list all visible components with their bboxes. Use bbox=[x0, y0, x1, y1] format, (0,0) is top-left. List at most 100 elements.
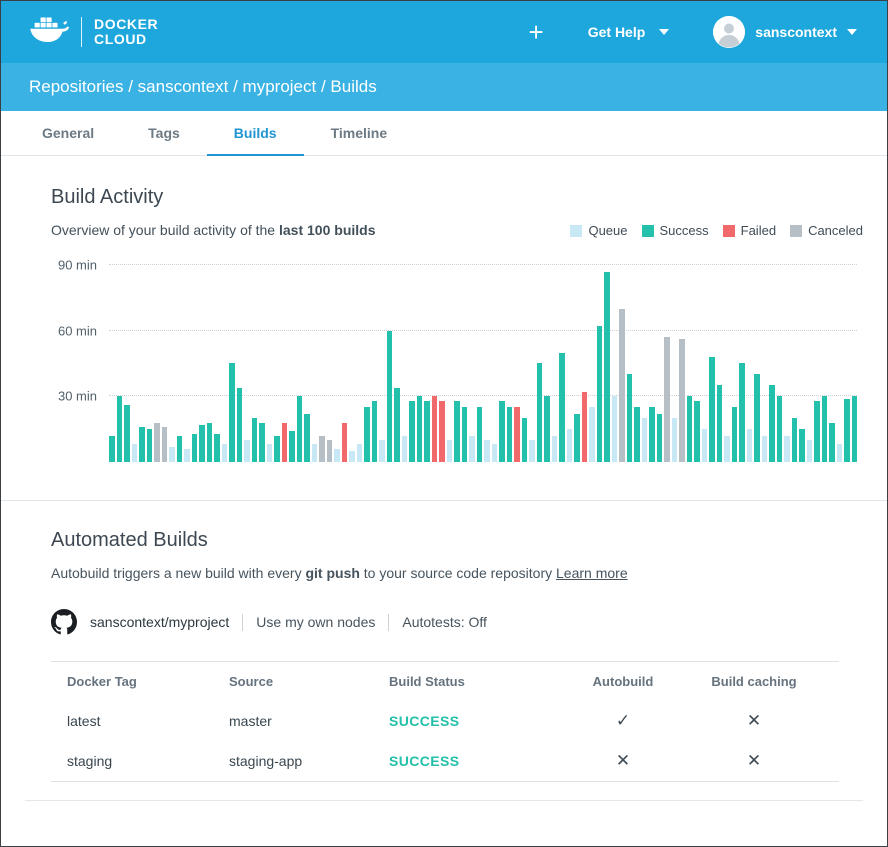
chart-bar-queue bbox=[312, 444, 318, 462]
chart-bar-canceled bbox=[154, 423, 160, 462]
chart-bar-queue bbox=[747, 429, 753, 462]
chart-bar-queue bbox=[184, 449, 190, 462]
chart-bar-queue bbox=[349, 451, 355, 462]
col-autobuild: Autobuild bbox=[567, 674, 679, 689]
chart-bar-success bbox=[304, 414, 310, 462]
chart-bar-canceled bbox=[679, 339, 685, 462]
chart-bar-success bbox=[252, 418, 258, 462]
build-activity-subtitle: Overview of your build activity of the l… bbox=[51, 222, 375, 238]
chart-bar-success bbox=[394, 388, 400, 462]
get-help-label: Get Help bbox=[588, 24, 646, 40]
logo-divider bbox=[81, 17, 82, 47]
chart-bar-success bbox=[844, 399, 850, 462]
builds-table: Docker Tag Source Build Status Autobuild… bbox=[51, 661, 839, 782]
chart-bar-success bbox=[709, 357, 715, 462]
tab-timeline[interactable]: Timeline bbox=[304, 111, 415, 156]
chart-bar-success bbox=[649, 407, 655, 462]
chart-bar-success bbox=[199, 425, 205, 462]
chart-bar-success bbox=[799, 429, 805, 462]
y-tick-60: 60 min bbox=[51, 324, 97, 339]
chart-bar-failed bbox=[432, 396, 438, 462]
chart-bar-queue bbox=[784, 436, 790, 462]
autobuild-cross-icon[interactable]: ✕ bbox=[567, 751, 679, 771]
repo-name[interactable]: sanscontext/myproject bbox=[90, 614, 229, 630]
docker-whale-icon bbox=[27, 14, 69, 50]
chart-bar-success bbox=[597, 326, 603, 462]
chart-bar-queue bbox=[357, 444, 363, 462]
chart-bar-canceled bbox=[319, 436, 325, 462]
tab-general[interactable]: General bbox=[15, 111, 121, 156]
bar-plot bbox=[109, 254, 857, 462]
chart-bar-queue bbox=[762, 436, 768, 462]
avatar bbox=[713, 16, 745, 48]
table-row[interactable]: latest master SUCCESS ✓ ✕ bbox=[51, 701, 839, 741]
desc-suffix: to your source code repository bbox=[360, 565, 556, 581]
legend-swatch bbox=[570, 225, 582, 237]
legend-label: Success bbox=[660, 223, 709, 238]
desc-bold: git push bbox=[305, 565, 359, 581]
automated-builds-description: Autobuild triggers a new build with ever… bbox=[51, 565, 839, 581]
build-status-cell: SUCCESS bbox=[389, 753, 567, 769]
chart-bar-queue bbox=[642, 418, 648, 462]
chart-bar-success bbox=[852, 396, 858, 462]
chart-bar-queue bbox=[169, 447, 175, 462]
tab-builds[interactable]: Builds bbox=[207, 111, 304, 156]
chart-bar-success bbox=[717, 385, 723, 462]
chart-bar-queue bbox=[447, 440, 453, 462]
autotests-status[interactable]: Autotests: Off bbox=[402, 614, 487, 630]
chart-bar-success bbox=[214, 434, 220, 462]
chart-bar-success bbox=[754, 374, 760, 462]
user-menu[interactable]: sanscontext bbox=[713, 16, 857, 48]
chart-bar-success bbox=[454, 401, 460, 462]
legend-item: Failed bbox=[723, 223, 776, 238]
username: sanscontext bbox=[755, 24, 837, 40]
create-plus-button[interactable]: + bbox=[529, 19, 544, 45]
chart-bar-success bbox=[814, 401, 820, 462]
build-activity-title: Build Activity bbox=[51, 186, 863, 209]
source-repo-row: sanscontext/myproject Use my own nodes A… bbox=[51, 609, 839, 635]
chart-bar-queue bbox=[672, 418, 678, 462]
chart-bar-queue bbox=[334, 449, 340, 462]
chart-bar-success bbox=[147, 429, 153, 462]
legend-label: Failed bbox=[741, 223, 776, 238]
chart-bar-success bbox=[657, 414, 663, 462]
desc-prefix: Autobuild triggers a new build with ever… bbox=[51, 565, 305, 581]
use-own-nodes-link[interactable]: Use my own nodes bbox=[256, 614, 375, 630]
col-source: Source bbox=[229, 674, 389, 689]
docker-cloud-logo[interactable]: DOCKER CLOUD bbox=[27, 14, 158, 50]
build-status-cell: SUCCESS bbox=[389, 713, 567, 729]
chart-bar-queue bbox=[222, 444, 228, 462]
get-help-menu[interactable]: Get Help bbox=[588, 24, 670, 40]
chart-bar-canceled bbox=[327, 440, 333, 462]
separator bbox=[388, 614, 389, 631]
build-caching-cross-icon[interactable]: ✕ bbox=[679, 751, 829, 771]
chart-bar-success bbox=[537, 363, 543, 462]
chart-bar-canceled bbox=[619, 309, 625, 462]
docker-tag-cell: latest bbox=[67, 713, 229, 729]
autobuild-check-icon[interactable]: ✓ bbox=[567, 711, 679, 731]
chart-bar-queue bbox=[837, 444, 843, 462]
chart-bar-success bbox=[139, 427, 145, 462]
tab-tags[interactable]: Tags bbox=[121, 111, 207, 156]
learn-more-link[interactable]: Learn more bbox=[556, 565, 628, 581]
chart-bar-success bbox=[739, 363, 745, 462]
build-caching-cross-icon[interactable]: ✕ bbox=[679, 711, 829, 731]
table-row[interactable]: staging staging-app SUCCESS ✕ ✕ bbox=[51, 741, 839, 781]
legend-swatch bbox=[790, 225, 802, 237]
chevron-down-icon bbox=[847, 29, 857, 35]
breadcrumb[interactable]: Repositories / sanscontext / myproject /… bbox=[29, 77, 377, 97]
bottom-divider bbox=[25, 800, 863, 801]
chart-bar-success bbox=[207, 423, 213, 462]
chart-bar-success bbox=[604, 272, 610, 462]
tab-bar: General Tags Builds Timeline bbox=[1, 111, 887, 156]
top-navbar: DOCKER CLOUD + Get Help sanscontext bbox=[1, 1, 887, 63]
chart-bar-queue bbox=[379, 440, 385, 462]
col-build-status: Build Status bbox=[389, 674, 567, 689]
subtitle-prefix: Overview of your build activity of the bbox=[51, 222, 279, 238]
col-docker-tag: Docker Tag bbox=[67, 674, 229, 689]
subtitle-bold: last 100 builds bbox=[279, 222, 375, 238]
chart-bar-success bbox=[372, 401, 378, 462]
legend-label: Queue bbox=[588, 223, 627, 238]
chart-bar-success bbox=[177, 436, 183, 462]
chart-bar-success bbox=[289, 431, 295, 462]
